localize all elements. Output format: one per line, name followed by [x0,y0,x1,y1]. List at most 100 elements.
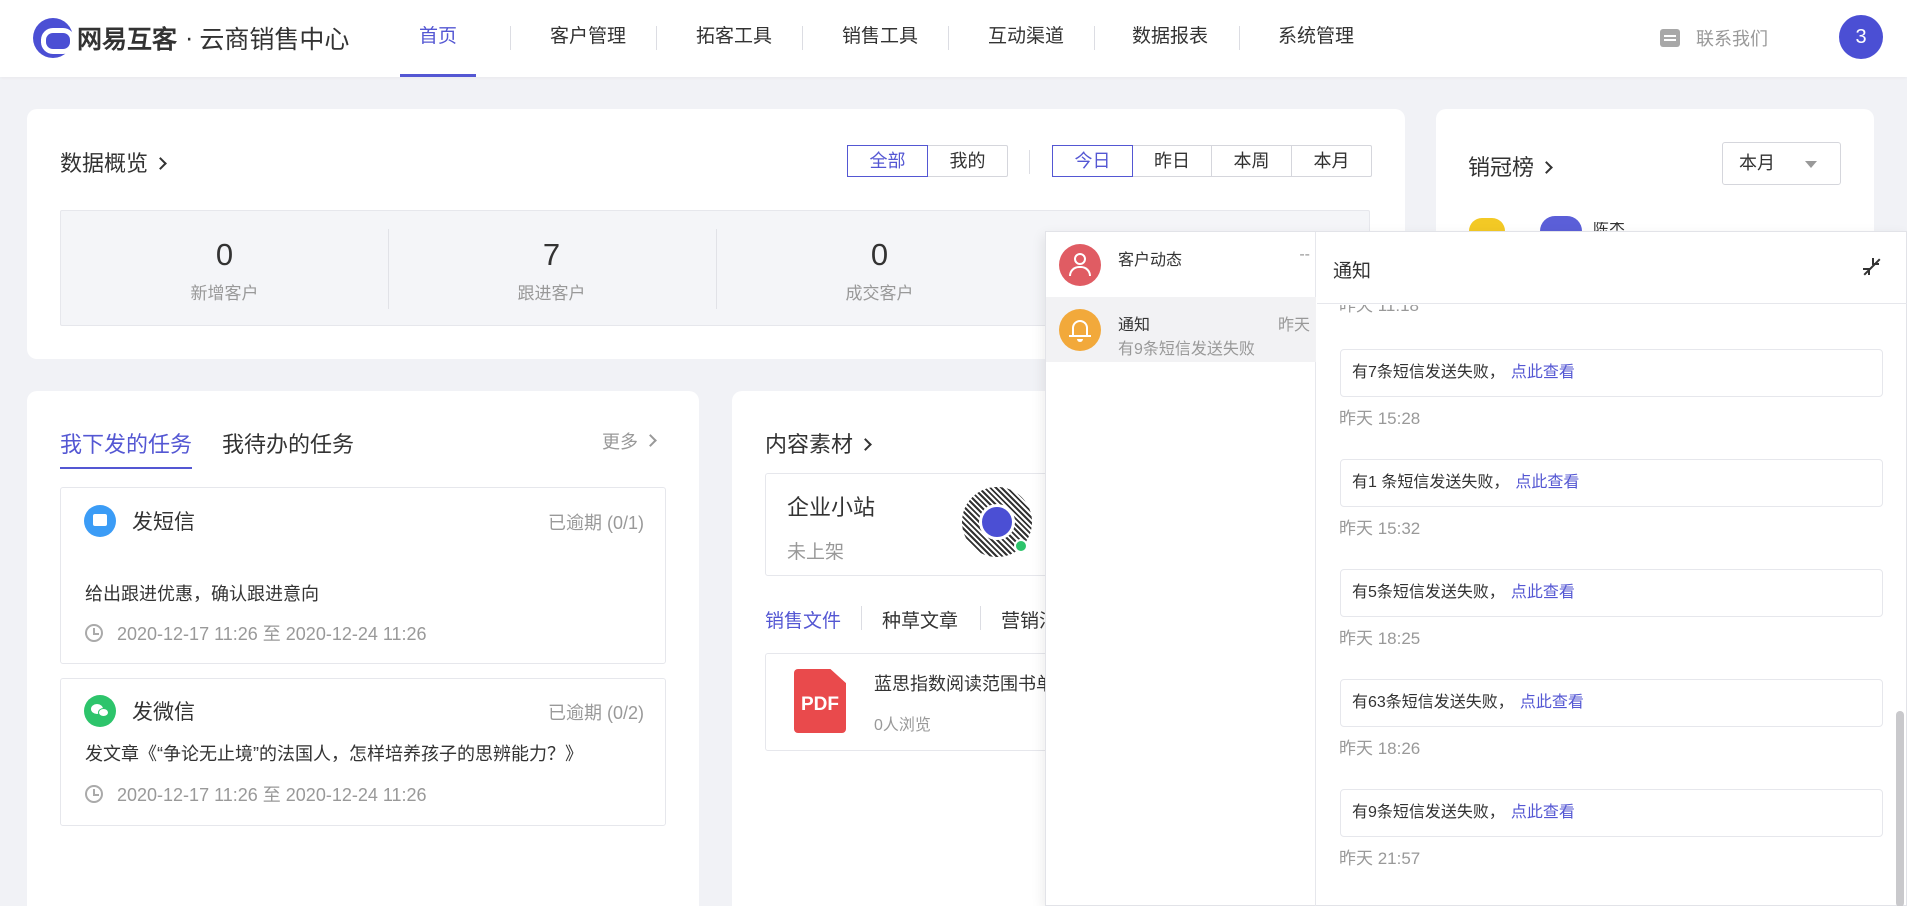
task-time: 2020-12-17 11:26 至 2020-12-24 11:26 [85,620,427,646]
view-link[interactable]: 点此查看 [1511,584,1575,601]
rank-name: 陈杰 [1593,222,1626,231]
notification-message: 有7条短信发送失败， 点此查看 [1340,349,1883,397]
more-link[interactable]: 更多 [602,428,657,454]
user-icon [1059,244,1101,286]
scrollbar-thumb[interactable] [1896,711,1904,906]
wechat-icon [84,695,116,727]
qr-code-icon [962,487,1032,557]
logo-icon [33,18,75,58]
nav-sales-tools[interactable]: 销售工具 [838,0,922,77]
tab-divider [980,606,981,630]
ranking-title[interactable]: 销冠榜 [1468,150,1553,182]
overview-title-text: 数据概览 [60,151,149,176]
collapse-icon[interactable] [1861,256,1883,278]
scope-toggle: 全部 我的 [847,145,1008,177]
range-yesterday[interactable]: 昨日 [1133,146,1212,176]
tab-articles[interactable]: 种草文章 [882,606,958,633]
nav-home[interactable]: 首页 [400,0,476,77]
view-link[interactable]: 点此查看 [1511,804,1575,821]
main-nav: 首页 客户管理 拓客工具 销售工具 互动渠道 数据报表 系统管理 [400,0,1354,77]
stat-label: 新增客户 [190,284,259,303]
chevron-right-icon [859,438,872,451]
toggle-divider [1029,150,1030,174]
tab-issued-tasks[interactable]: 我下发的任务 [60,427,193,469]
task-title: 发微信 [132,701,195,724]
sms-icon [84,505,116,537]
more-label: 更多 [602,432,638,452]
conversation-time: 昨天 [1277,317,1310,334]
content-title[interactable]: 内容素材 [765,427,872,459]
chevron-right-icon [1540,161,1553,174]
file-views: 0人浏览 [874,717,931,734]
message-text: 有7条短信发送失败， [1352,364,1505,381]
overview-title[interactable]: 数据概览 [60,146,167,178]
conversation-name: 通知 [1118,317,1151,334]
tab-sales-files[interactable]: 销售文件 [765,606,841,633]
stat-value: 0 [870,237,889,272]
range-month[interactable]: 本月 [1292,146,1371,176]
message-text: 有1 条短信发送失败， [1352,474,1510,491]
month-select[interactable]: 本月 [1722,142,1841,185]
nav-system[interactable]: 系统管理 [1274,0,1358,77]
notification-message: 有1 条短信发送失败， 点此查看 [1340,459,1883,507]
message-icon [1660,29,1680,47]
task-time-text: 2020-12-17 11:26 至 2020-12-24 11:26 [117,785,427,805]
mini-site-card[interactable]: 企业小站 未上架 [765,473,1055,576]
nav-reports[interactable]: 数据报表 [1128,0,1212,77]
nav-divider [1094,26,1095,50]
stat-closed-customers[interactable]: 0 成交客户 [716,211,1043,327]
range-week[interactable]: 本周 [1212,146,1292,176]
tab-todo-tasks[interactable]: 我待办的任务 [222,427,354,459]
message-time: 昨天 21:57 [1339,849,1421,868]
conversation-customer-activity[interactable]: 客户动态 -- [1046,232,1316,297]
range-toggle: 今日 昨日 本周 本月 [1052,145,1372,177]
scope-all[interactable]: 全部 [847,145,928,177]
task-status: 已逾期 (0/1) [547,513,644,533]
nav-channels[interactable]: 互动渠道 [984,0,1068,77]
scope-mine[interactable]: 我的 [928,146,1007,176]
notification-title: 通知 [1333,261,1372,282]
contact-us-link[interactable]: 联系我们 [1660,25,1768,51]
nav-divider [1239,26,1240,50]
pdf-badge: PDF [801,694,839,715]
nav-divider [802,26,803,50]
nav-acquisition[interactable]: 拓客工具 [692,0,776,77]
stat-label: 成交客户 [845,284,914,303]
stat-value: 7 [542,237,561,272]
conversation-notifications[interactable]: 通知 昨天 有9条短信发送失败 [1046,297,1316,362]
logo[interactable]: 网易互客 · 云商销售中心 [33,18,349,58]
tab-divider [861,606,862,630]
nav-customers[interactable]: 客户管理 [546,0,630,77]
caret-down-icon [1805,161,1817,168]
clock-icon [85,624,103,642]
task-status: 已逾期 (0/2) [547,703,644,723]
content-title-text: 内容素材 [765,432,854,457]
avatar[interactable]: 3 [1839,15,1883,59]
nav-divider [510,26,511,50]
view-link[interactable]: 点此查看 [1511,364,1575,381]
task-card-wechat[interactable]: 发微信 已逾期 (0/2) 发文章《“争论无止境”的法国人，怎样培养孩子的思辨能… [60,678,666,826]
task-description: 给出跟进优惠，确认跟进意向 [85,584,319,604]
brand-name: 网易互客 [77,26,178,54]
ranking-title-text: 销冠榜 [1468,155,1535,180]
task-time-text: 2020-12-17 11:26 至 2020-12-24 11:26 [117,624,427,644]
message-time: 昨天 11:18 [1339,305,1419,314]
notification-message: 有5条短信发送失败， 点此查看 [1340,569,1883,617]
notification-popup: 客户动态 -- 通知 昨天 有9条短信发送失败 通知 昨天 11:18 有7条短… [1045,231,1907,906]
conversation-name: 客户动态 [1118,252,1183,269]
nav-divider [948,26,949,50]
view-link[interactable]: 点此查看 [1515,474,1579,491]
clock-icon [85,785,103,803]
message-text: 有9条短信发送失败， [1352,804,1505,821]
stat-new-customers[interactable]: 0 新增客户 [61,211,388,327]
task-card-sms[interactable]: 发短信 已逾期 (0/1) 给出跟进优惠，确认跟进意向 2020-12-17 1… [60,487,666,664]
conversation-preview: 有9条短信发送失败 [1118,341,1255,358]
file-item[interactable]: PDF 蓝思指数阅读范围书单 0人浏览 [765,653,1055,751]
task-time: 2020-12-17 11:26 至 2020-12-24 11:26 [85,781,427,807]
stat-followup-customers[interactable]: 7 跟进客户 [388,211,715,327]
mini-site-title: 企业小站 [787,495,876,520]
view-link[interactable]: 点此查看 [1520,694,1584,711]
range-today[interactable]: 今日 [1052,145,1133,177]
notification-header: 通知 [1317,232,1907,304]
message-time: 昨天 18:26 [1339,739,1421,758]
